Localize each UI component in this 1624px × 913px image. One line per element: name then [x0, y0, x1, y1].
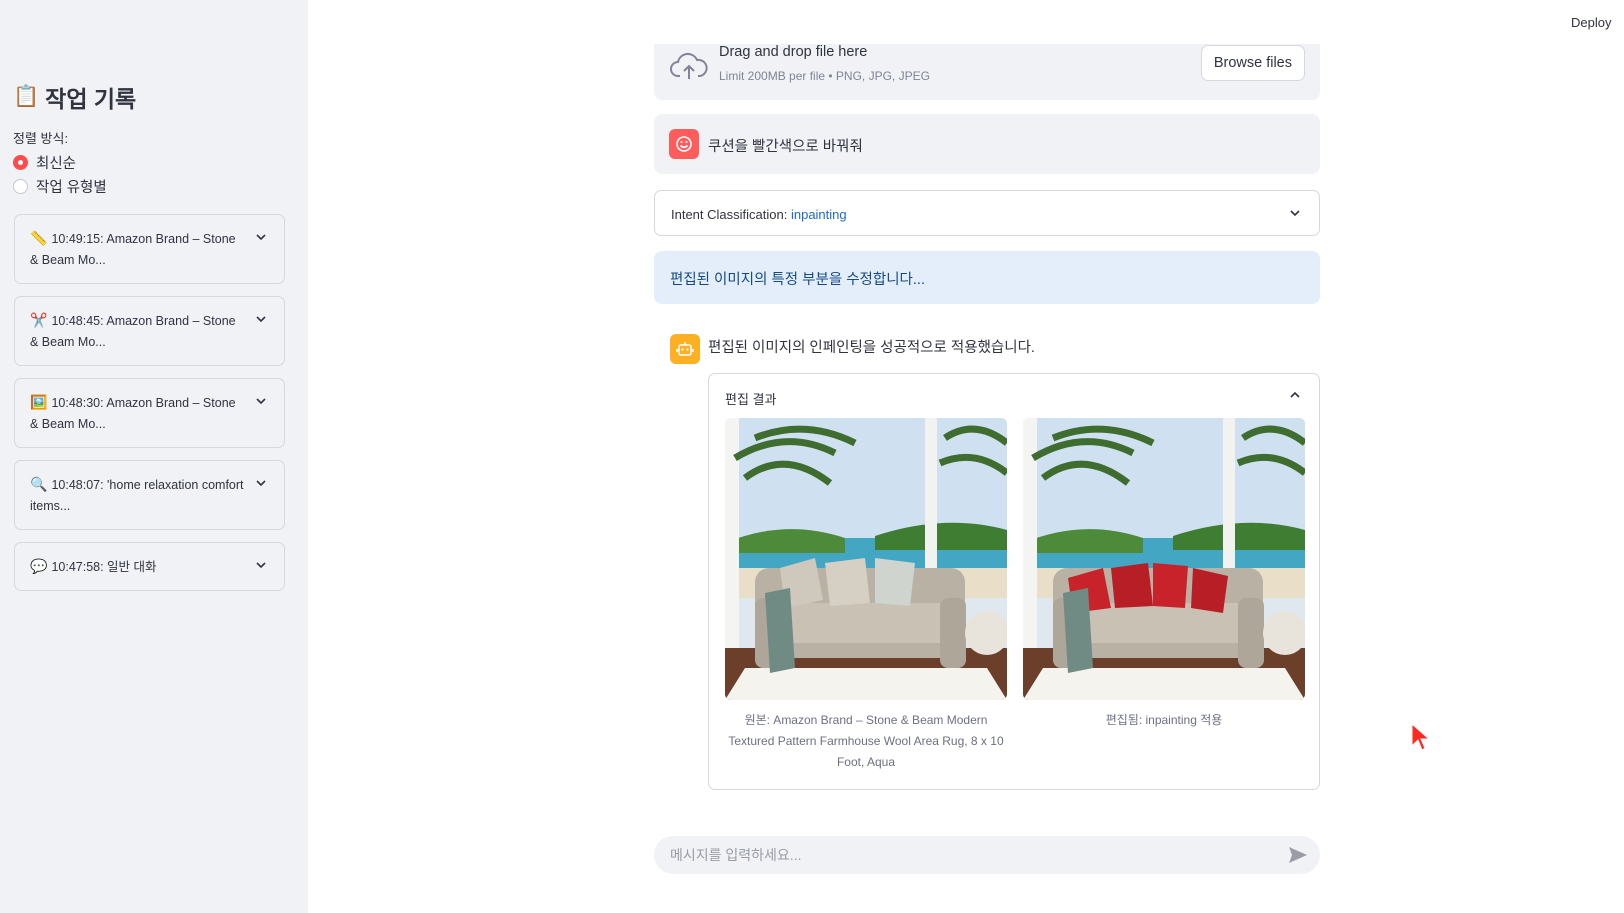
- sort-option-latest[interactable]: 최신순: [13, 152, 76, 173]
- sidebar-title: 📋 작업 기록: [13, 80, 136, 114]
- history-item-label: 10:48:45: Amazon Brand – Stone & Beam Mo…: [30, 314, 236, 349]
- chevron-down-icon[interactable]: [256, 396, 266, 406]
- picture-icon: 🖼️: [30, 394, 48, 410]
- history-item[interactable]: ✂️ 10:48:45: Amazon Brand – Stone & Beam …: [14, 296, 285, 366]
- history-item-label: 10:47:58: 일반 대화: [51, 560, 157, 574]
- magnifier-icon: 🔍: [30, 476, 48, 492]
- history-item-label: 10:48:30: Amazon Brand – Stone & Beam Mo…: [30, 396, 236, 431]
- edit-result-expander[interactable]: 편집 결과 원본: Amazon Brand – Stone & Beam Mo…: [708, 373, 1320, 790]
- send-icon[interactable]: [1288, 846, 1308, 864]
- history-item-label: 10:49:15: Amazon Brand – Stone & Beam Mo…: [30, 232, 236, 267]
- original-image: [725, 418, 1007, 700]
- sort-option-type[interactable]: 작업 유형별: [13, 176, 107, 197]
- assistant-message-text: 편집된 이미지의 인페인팅을 성공적으로 적용했습니다.: [708, 340, 1035, 356]
- smiley-icon: [676, 136, 692, 152]
- chevron-up-icon[interactable]: [1289, 390, 1301, 400]
- chevron-down-icon[interactable]: [1289, 208, 1301, 218]
- user-avatar: [669, 129, 699, 159]
- sidebar: 📋 작업 기록 정렬 방식: 최신순 작업 유형별 📏 10:49:15: Ama…: [0, 0, 308, 913]
- edited-image: [1023, 418, 1305, 700]
- radio-selected-icon[interactable]: [13, 155, 28, 170]
- history-item[interactable]: 🖼️ 10:48:30: Amazon Brand – Stone & Beam …: [14, 378, 285, 448]
- info-message-text: 편집된 이미지의 특정 부분을 수정합니다...: [670, 272, 925, 288]
- user-message: 쿠션을 빨간색으로 바꿔줘: [654, 114, 1320, 174]
- ruler-icon: 📏: [30, 230, 48, 246]
- sort-option-label: 작업 유형별: [36, 180, 107, 196]
- cloud-upload-icon: [670, 52, 708, 79]
- mouse-cursor-icon: [1411, 722, 1430, 751]
- chevron-down-icon[interactable]: [256, 560, 266, 570]
- speech-bubble-icon: 💬: [30, 558, 48, 574]
- file-uploader-dropzone[interactable]: Drag and drop file here Limit 200MB per …: [654, 44, 1320, 100]
- history-item[interactable]: 💬 10:47:58: 일반 대화: [14, 542, 285, 591]
- user-message-text: 쿠션을 빨간색으로 바꿔줘: [708, 139, 863, 155]
- browse-files-button[interactable]: Browse files: [1200, 45, 1305, 81]
- intent-label: Intent Classification: inpainting: [671, 207, 847, 222]
- cushion: [1191, 568, 1228, 613]
- drag-drop-text: Drag and drop file here: [719, 44, 868, 60]
- scissors-icon: ✂️: [30, 312, 48, 328]
- chat-input-bar: [654, 836, 1320, 874]
- upload-limit-text: Limit 200MB per file • PNG, JPG, JPEG: [719, 69, 930, 83]
- intent-value: inpainting: [790, 207, 847, 222]
- original-caption: 원본: Amazon Brand – Stone & Beam Modern T…: [728, 713, 1004, 769]
- history-item[interactable]: 📏 10:49:15: Amazon Brand – Stone & Beam M…: [14, 214, 285, 284]
- cushion: [825, 558, 870, 606]
- assistant-avatar: [670, 334, 700, 364]
- cushion: [1111, 563, 1153, 608]
- intent-label-text: Intent Classification:: [671, 207, 788, 222]
- chat-input[interactable]: [670, 836, 1270, 874]
- history-item[interactable]: 🔍 10:48:07: 'home relaxation comfort item…: [14, 460, 285, 530]
- chevron-down-icon[interactable]: [256, 478, 266, 488]
- radio-unselected-icon[interactable]: [13, 179, 28, 194]
- robot-icon: [676, 342, 694, 356]
- edited-caption: 편집됨: inpainting 적용: [1105, 713, 1223, 727]
- result-header: 편집 결과: [725, 392, 777, 407]
- cushion: [875, 558, 915, 606]
- sort-label: 정렬 방식:: [13, 131, 69, 146]
- chevron-down-icon[interactable]: [256, 314, 266, 324]
- intent-classification-expander[interactable]: Intent Classification: inpainting: [654, 190, 1320, 236]
- chevron-down-icon[interactable]: [256, 232, 266, 242]
- history-item-label: 10:48:07: 'home relaxation comfort items…: [30, 478, 244, 513]
- cushion: [1153, 563, 1188, 608]
- deploy-button[interactable]: Deploy: [1571, 15, 1611, 30]
- sort-option-label: 최신순: [36, 156, 77, 172]
- sidebar-title-text: 작업 기록: [45, 86, 137, 112]
- info-message: 편집된 이미지의 특정 부분을 수정합니다...: [654, 251, 1320, 304]
- clipboard-icon: 📋: [13, 85, 40, 108]
